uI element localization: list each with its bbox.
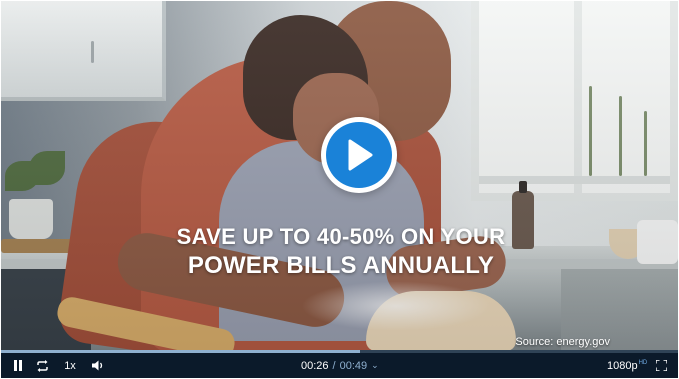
duration: 00:49	[339, 359, 368, 372]
time-separator: /	[332, 359, 336, 372]
quality-button[interactable]: 1080p HD	[607, 353, 647, 378]
video-headline: SAVE UP TO 40-50% ON YOUR POWER BILLS AN…	[151, 223, 531, 281]
hd-badge: HD	[638, 359, 648, 366]
video-player[interactable]: SAVE UP TO 40-50% ON YOUR POWER BILLS AN…	[1, 1, 678, 378]
play-icon	[348, 139, 373, 171]
quality-label: 1080p	[607, 359, 638, 372]
headline-line-1: SAVE UP TO 40-50% ON YOUR	[176, 224, 506, 249]
video-frame[interactable]: SAVE UP TO 40-50% ON YOUR POWER BILLS AN…	[1, 1, 678, 350]
fullscreen-button[interactable]	[651, 353, 671, 378]
time-display[interactable]: 00:26 / 00:49 ⌄	[301, 353, 379, 378]
control-bar: 1x 00:26 / 00:49 ⌄ 1080p HD	[1, 353, 678, 378]
loop-button[interactable]	[31, 353, 53, 378]
source-caption: Source: energy.gov	[515, 336, 610, 348]
chevron-down-icon: ⌄	[371, 360, 379, 370]
fullscreen-icon	[655, 360, 667, 371]
loop-icon	[36, 359, 48, 372]
current-time: 00:26	[301, 359, 329, 372]
volume-button[interactable]	[87, 353, 109, 378]
big-play-button[interactable]	[321, 117, 397, 193]
pause-icon	[14, 360, 22, 371]
pause-button[interactable]	[7, 353, 29, 378]
volume-icon	[91, 360, 102, 371]
speed-button[interactable]: 1x	[59, 353, 81, 378]
headline-line-2: POWER BILLS ANNUALLY	[187, 252, 495, 279]
